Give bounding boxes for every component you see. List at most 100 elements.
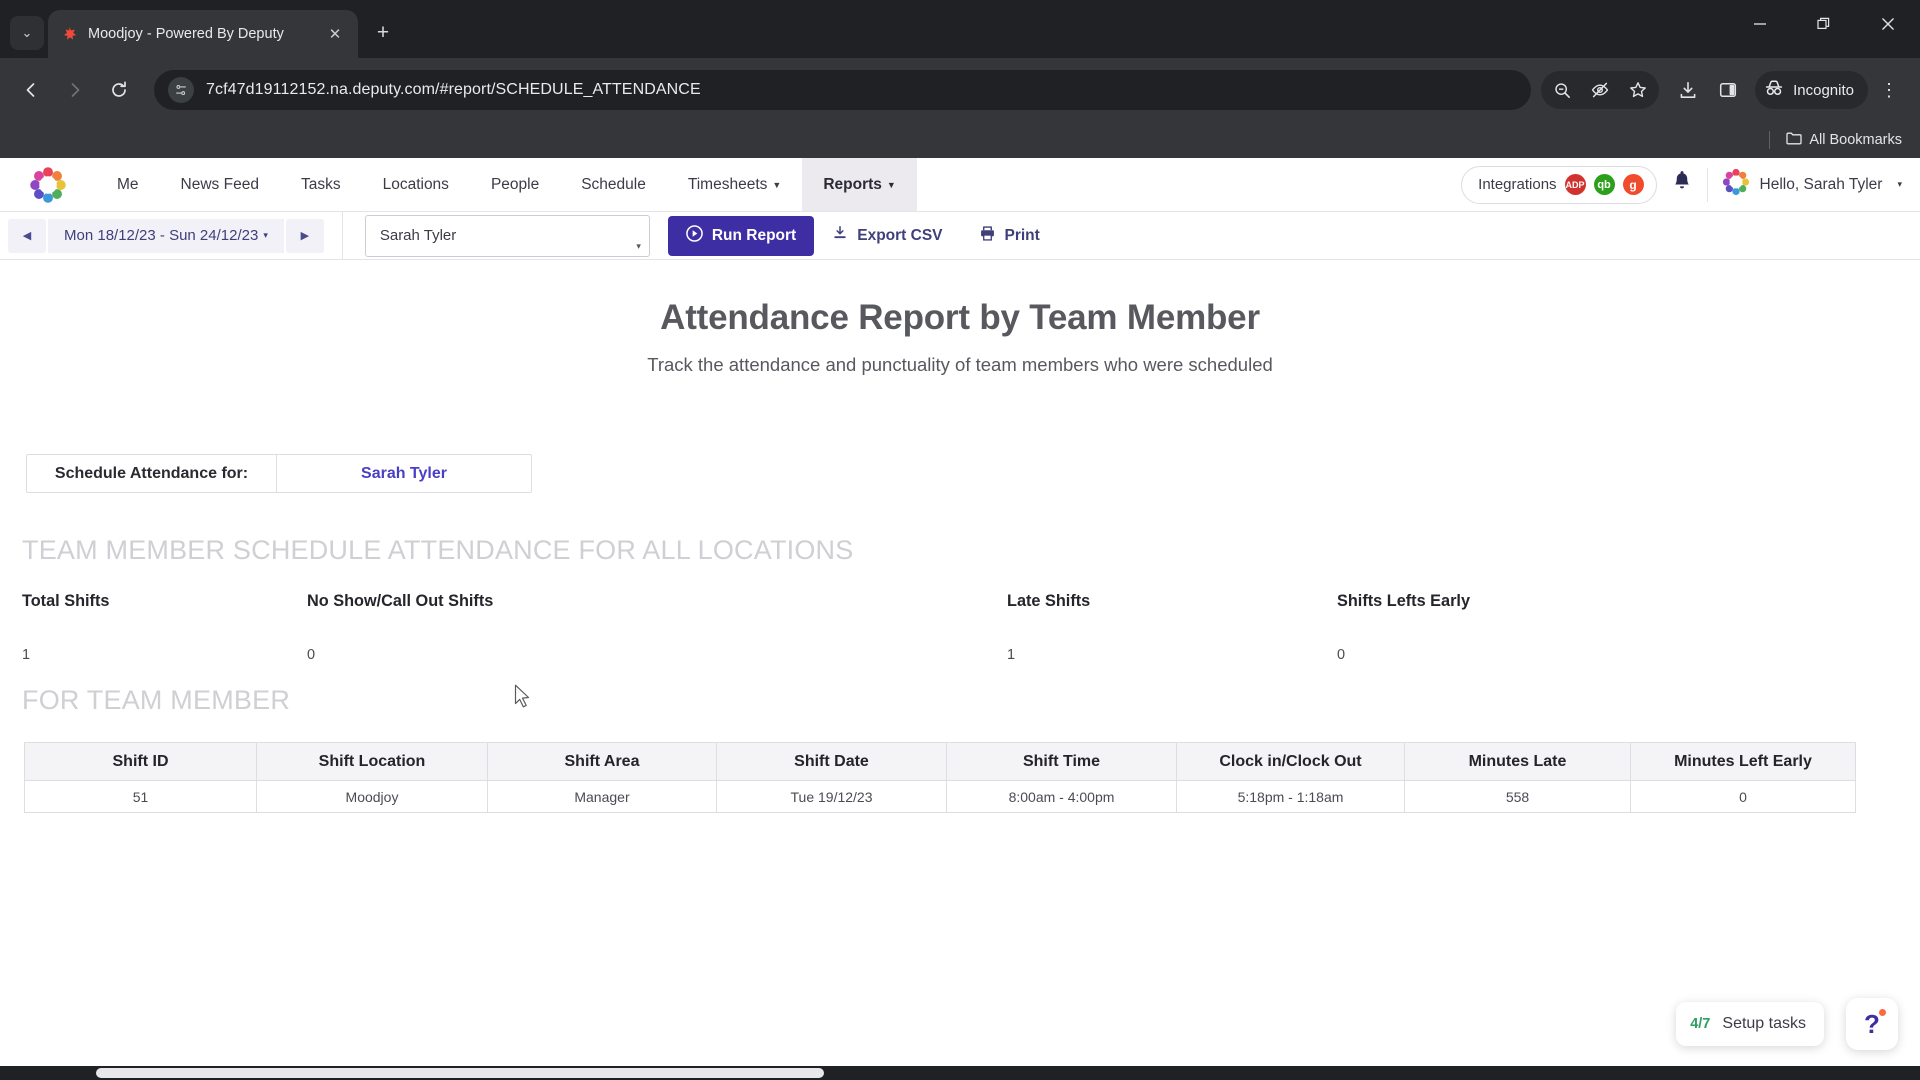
nav-item-reports[interactable]: Reports ▼: [802, 158, 917, 211]
browser-tab[interactable]: Moodjoy - Powered By Deputy ✕: [48, 10, 358, 58]
incognito-icon: [1763, 77, 1785, 103]
app-navigation-bar: Me News Feed Tasks Locations People Sche…: [0, 158, 1920, 212]
chevron-down-icon: ▾: [636, 240, 641, 251]
setup-tasks-count: 4/7: [1690, 1016, 1711, 1032]
page-subtitle: Track the attendance and punctuality of …: [647, 354, 1273, 375]
toolbar-actions: Incognito ⋮: [1541, 71, 1908, 109]
zoom-pill: [1541, 71, 1660, 109]
run-report-label: Run Report: [711, 226, 797, 244]
nav-item-schedule[interactable]: Schedule: [560, 158, 667, 211]
nav-item-people[interactable]: People: [470, 158, 560, 211]
close-icon[interactable]: ✕: [324, 23, 346, 45]
cell-clock-in-clock-out: 5:18pm - 1:18am: [1176, 780, 1405, 813]
help-button[interactable]: ?: [1846, 998, 1898, 1050]
toolbar-divider: [341, 211, 343, 260]
nav-item-news-feed[interactable]: News Feed: [160, 158, 280, 211]
notifications-bell-icon[interactable]: [1671, 170, 1693, 199]
setup-tasks-widget[interactable]: 4/7 Setup tasks: [1676, 1002, 1824, 1046]
user-greeting: Hello, Sarah Tyler: [1759, 175, 1883, 193]
date-range-label: Mon 18/12/23 - Sun 24/12/23: [64, 227, 259, 244]
metric-label: Shifts Lefts Early: [1337, 592, 1471, 610]
horizontal-scrollbar[interactable]: [0, 1066, 1920, 1080]
download-icon[interactable]: [1669, 71, 1707, 109]
metric-no-show-call-out-shifts: No Show/Call Out Shifts 0: [307, 592, 1007, 663]
download-icon: [832, 225, 848, 246]
table-row[interactable]: 51 Moodjoy Manager Tue 19/12/23 8:00am -…: [24, 780, 1856, 813]
table-section-heading: FOR TEAM MEMBER: [22, 685, 291, 715]
report-toolbar: ◀ Mon 18/12/23 - Sun 24/12/23 ▾ ▶ Sarah …: [0, 211, 1920, 260]
browser-menu-icon[interactable]: ⋮: [1870, 71, 1908, 109]
metric-value: 1: [22, 647, 31, 663]
print-button[interactable]: Print: [961, 216, 1058, 256]
cell-shift-time: 8:00am - 4:00pm: [946, 780, 1177, 813]
minimize-icon[interactable]: [1728, 0, 1792, 48]
chevron-down-icon: ▾: [263, 230, 268, 240]
printer-icon: [979, 225, 996, 247]
side-panel-icon[interactable]: [1709, 71, 1747, 109]
integrations-label: Integrations: [1478, 176, 1557, 193]
col-shift-time: Shift Time: [946, 742, 1177, 781]
gusto-integration-icon[interactable]: g: [1622, 174, 1644, 195]
team-member-select[interactable]: Sarah Tyler ▾: [364, 214, 650, 257]
cell-shift-location: Moodjoy: [256, 780, 488, 813]
new-tab-button[interactable]: +: [366, 16, 400, 50]
date-range-picker[interactable]: Mon 18/12/23 - Sun 24/12/23 ▾: [48, 218, 284, 253]
site-settings-icon[interactable]: [168, 77, 194, 103]
tab-search-chevron-icon[interactable]: ⌄: [10, 16, 44, 50]
cell-minutes-late: 558: [1404, 780, 1631, 813]
metric-label: Late Shifts: [1007, 592, 1091, 610]
question-mark-icon: ?: [1864, 1008, 1880, 1039]
forward-icon[interactable]: [56, 71, 94, 109]
nav-item-me[interactable]: Me: [96, 158, 160, 211]
browser-toolbar: 7cf47d19112152.na.deputy.com/#report/SCH…: [0, 58, 1920, 122]
next-week-button[interactable]: ▶: [285, 218, 324, 253]
col-shift-location: Shift Location: [256, 742, 488, 781]
nav-item-timesheets[interactable]: Timesheets ▼: [667, 158, 802, 211]
user-menu[interactable]: Hello, Sarah Tyler ▾: [1722, 168, 1902, 201]
metric-shifts-left-early: Shifts Lefts Early 0: [1337, 592, 1470, 663]
zoom-out-icon[interactable]: [1543, 71, 1581, 109]
app-nav-right: Integrations ADP qb g Hello, Sarah Tyler…: [1461, 158, 1920, 211]
quickbooks-integration-icon[interactable]: qb: [1593, 174, 1615, 195]
app-viewport: Me News Feed Tasks Locations People Sche…: [0, 158, 1920, 1080]
metric-total-shifts: Total Shifts 1: [22, 592, 307, 663]
address-bar-url: 7cf47d19112152.na.deputy.com/#report/SCH…: [206, 81, 701, 98]
export-csv-button[interactable]: Export CSV: [814, 216, 960, 256]
reload-icon[interactable]: [100, 71, 138, 109]
bookmark-star-icon[interactable]: [1619, 71, 1657, 109]
report-content: Attendance Report by Team Member Track t…: [0, 260, 1920, 1080]
nav-item-tasks[interactable]: Tasks: [280, 158, 362, 211]
hide-password-icon[interactable]: [1581, 71, 1619, 109]
schedule-attendance-for-box: Schedule Attendance for: Sarah Tyler: [26, 454, 532, 493]
col-shift-area: Shift Area: [487, 742, 717, 781]
table-header-row: Shift ID Shift Location Shift Area Shift…: [24, 742, 1856, 781]
nav-label: Me: [117, 175, 139, 193]
all-bookmarks-label: All Bookmarks: [1809, 132, 1902, 148]
nav-label: Reports: [823, 175, 882, 193]
app-nav-links: Me News Feed Tasks Locations People Sche…: [96, 158, 917, 211]
integrations-button[interactable]: Integrations ADP qb g: [1461, 165, 1657, 204]
chevron-down-icon: ▾: [1897, 179, 1902, 189]
summary-metrics: Total Shifts 1 No Show/Call Out Shifts 0…: [22, 592, 1920, 663]
moodjoy-logo[interactable]: [0, 158, 96, 211]
schedule-attendance-for-value[interactable]: Sarah Tyler: [277, 455, 531, 492]
run-report-button[interactable]: Run Report: [667, 215, 815, 256]
col-shift-date: Shift Date: [716, 742, 947, 781]
address-bar[interactable]: 7cf47d19112152.na.deputy.com/#report/SCH…: [154, 70, 1532, 110]
col-clock-in-clock-out: Clock in/Clock Out: [1176, 742, 1405, 781]
cell-shift-area: Manager: [487, 780, 717, 813]
all-bookmarks-button[interactable]: All Bookmarks: [1786, 131, 1902, 149]
cell-shift-date: Tue 19/12/23: [716, 780, 947, 813]
print-label: Print: [1004, 226, 1040, 244]
window-close-icon[interactable]: [1856, 0, 1920, 48]
previous-week-button[interactable]: ◀: [8, 218, 46, 253]
horizontal-scrollbar-thumb[interactable]: [96, 1068, 824, 1078]
chevron-down-icon: ▼: [772, 179, 782, 190]
nav-item-locations[interactable]: Locations: [362, 158, 470, 211]
maximize-restore-icon[interactable]: [1792, 0, 1856, 48]
back-icon[interactable]: [12, 71, 50, 109]
adp-integration-icon[interactable]: ADP: [1564, 174, 1586, 195]
date-range-navigator: ◀ Mon 18/12/23 - Sun 24/12/23 ▾ ▶: [8, 218, 324, 253]
cell-minutes-left-early: 0: [1630, 780, 1856, 813]
incognito-indicator[interactable]: Incognito: [1755, 71, 1868, 109]
